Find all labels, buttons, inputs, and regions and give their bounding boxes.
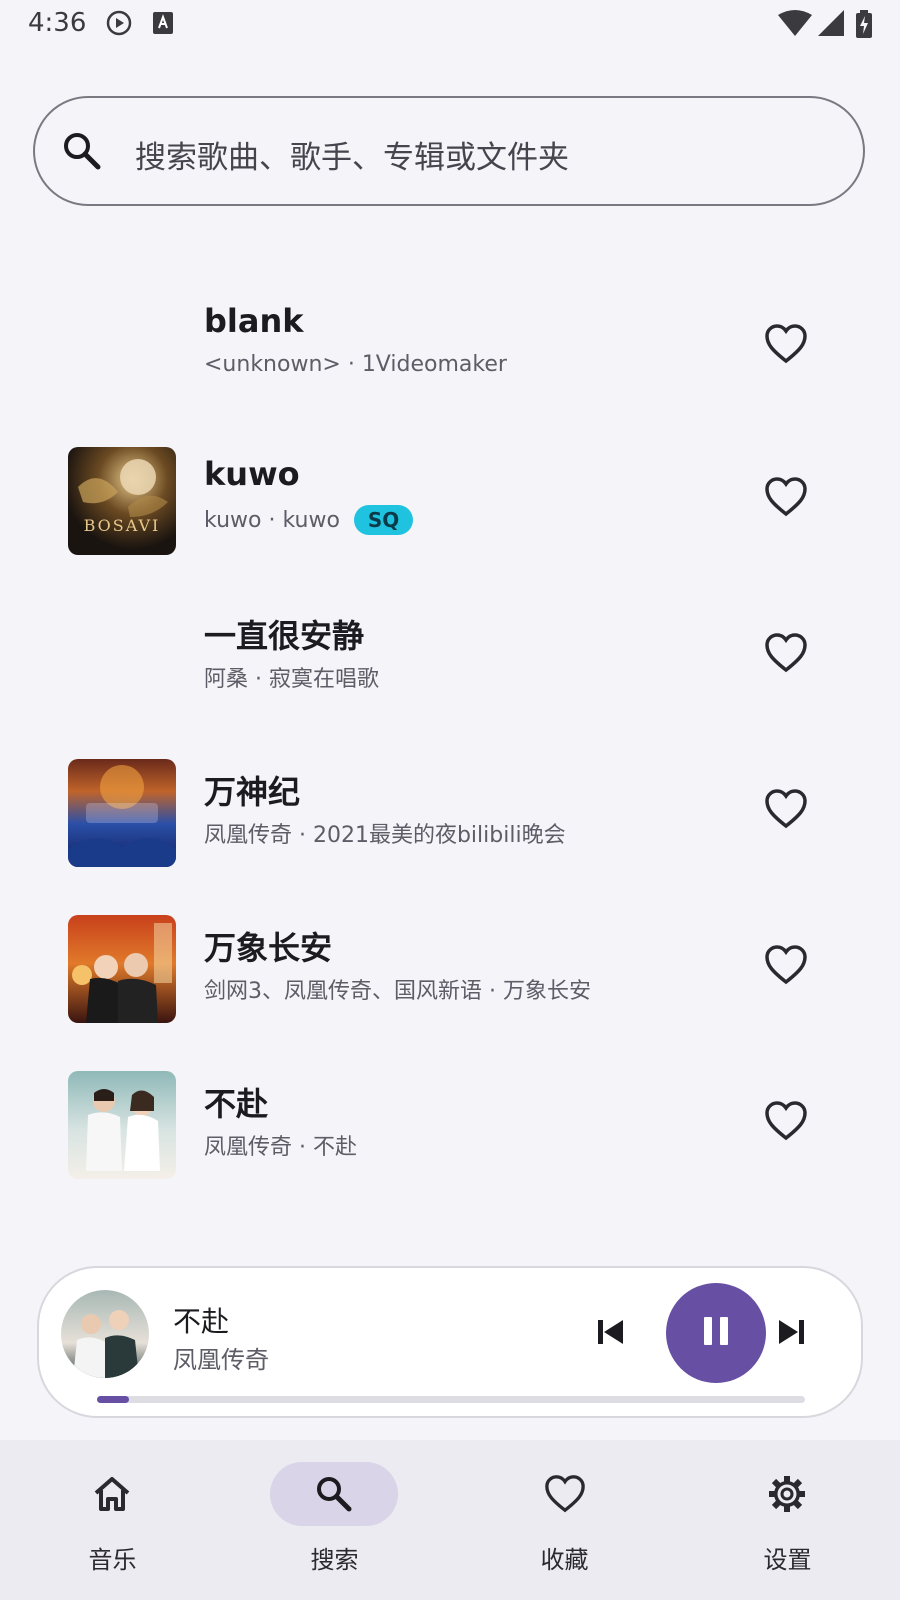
nav-item-settings[interactable]: 设置 bbox=[675, 1440, 900, 1600]
play-icon bbox=[106, 10, 132, 40]
favorite-heart-icon[interactable] bbox=[764, 789, 808, 833]
song-item[interactable]: 万象长安 剑网3、凤凰传奇、国风新语 · 万象长安 bbox=[0, 893, 900, 1043]
pause-button[interactable] bbox=[666, 1283, 766, 1383]
status-bar: 4:36 bbox=[0, 0, 900, 48]
signal-icon bbox=[818, 10, 844, 40]
song-item[interactable]: blank <unknown> · 1Videomaker bbox=[0, 272, 900, 422]
nav-item-search[interactable]: 搜索 bbox=[222, 1440, 447, 1600]
home-icon bbox=[92, 1474, 132, 1518]
mini-player[interactable]: 不赴 凤凰传奇 bbox=[37, 1266, 863, 1418]
album-cover: BOSAVI bbox=[68, 447, 176, 555]
search-input[interactable]: 搜索歌曲、歌手、专辑或文件夹 bbox=[135, 132, 569, 177]
song-subtitle: 阿桑 · 寂寞在唱歌 bbox=[204, 667, 379, 692]
bottom-navigation: 音乐 搜索 收藏 设置 bbox=[0, 1440, 900, 1600]
gear-icon bbox=[767, 1474, 807, 1518]
wifi-icon bbox=[778, 10, 812, 40]
heart-icon bbox=[544, 1474, 586, 1518]
song-title: 万象长安 bbox=[204, 929, 333, 967]
song-title: 不赴 bbox=[204, 1085, 269, 1123]
song-subtitle: 剑网3、凤凰传奇、国风新语 · 万象长安 bbox=[204, 979, 591, 1004]
song-item[interactable]: BOSAVI kuwo kuwo · kuwo SQ bbox=[0, 425, 900, 575]
search-icon bbox=[314, 1474, 354, 1518]
cover-art-text: BOSAVI bbox=[84, 516, 161, 535]
song-item[interactable]: 不赴 凤凰传奇 · 不赴 bbox=[0, 1049, 900, 1199]
song-subtitle: 凤凰传奇 · 不赴 bbox=[204, 1135, 357, 1160]
song-subtitle: 凤凰传奇 · 2021最美的夜bilibili晚会 bbox=[204, 823, 566, 848]
nav-label: 搜索 bbox=[310, 1546, 359, 1574]
song-subtitle: kuwo · kuwo SQ bbox=[204, 505, 414, 535]
nav-label: 音乐 bbox=[88, 1546, 137, 1574]
album-cover bbox=[68, 1071, 176, 1179]
player-cover bbox=[61, 1290, 149, 1378]
song-title: blank bbox=[204, 302, 304, 340]
quality-badge: SQ bbox=[353, 505, 414, 535]
album-cover bbox=[68, 759, 176, 867]
favorite-heart-icon[interactable] bbox=[764, 633, 808, 677]
pause-icon bbox=[701, 1315, 731, 1351]
status-time: 4:36 bbox=[28, 8, 87, 38]
song-title: 一直很安静 bbox=[204, 617, 365, 655]
player-title: 不赴 bbox=[173, 1305, 230, 1338]
skip-next-icon[interactable] bbox=[775, 1316, 807, 1352]
favorite-heart-icon[interactable] bbox=[764, 324, 808, 368]
notification-a-icon bbox=[152, 10, 174, 40]
progress-fill bbox=[97, 1396, 129, 1403]
favorite-heart-icon[interactable] bbox=[764, 945, 808, 989]
skip-previous-icon[interactable] bbox=[595, 1316, 627, 1352]
album-cover bbox=[68, 915, 176, 1023]
song-subtitle: <unknown> · 1Videomaker bbox=[204, 352, 507, 377]
progress-bar[interactable] bbox=[97, 1396, 805, 1403]
search-icon bbox=[61, 130, 103, 176]
nav-item-favorites[interactable]: 收藏 bbox=[452, 1440, 677, 1600]
favorite-heart-icon[interactable] bbox=[764, 1101, 808, 1145]
search-bar[interactable]: 搜索歌曲、歌手、专辑或文件夹 bbox=[33, 96, 865, 206]
song-item[interactable]: 万神纪 凤凰传奇 · 2021最美的夜bilibili晚会 bbox=[0, 737, 900, 887]
favorite-heart-icon[interactable] bbox=[764, 477, 808, 521]
nav-label: 设置 bbox=[763, 1546, 812, 1574]
player-artist: 凤凰传奇 bbox=[173, 1346, 269, 1374]
song-title: kuwo bbox=[204, 455, 300, 493]
battery-charging-icon bbox=[856, 10, 872, 42]
song-title: 万神纪 bbox=[204, 773, 301, 811]
nav-label: 收藏 bbox=[540, 1546, 589, 1574]
song-item[interactable]: 一直很安静 阿桑 · 寂寞在唱歌 bbox=[0, 581, 900, 731]
nav-item-music[interactable]: 音乐 bbox=[0, 1440, 225, 1600]
